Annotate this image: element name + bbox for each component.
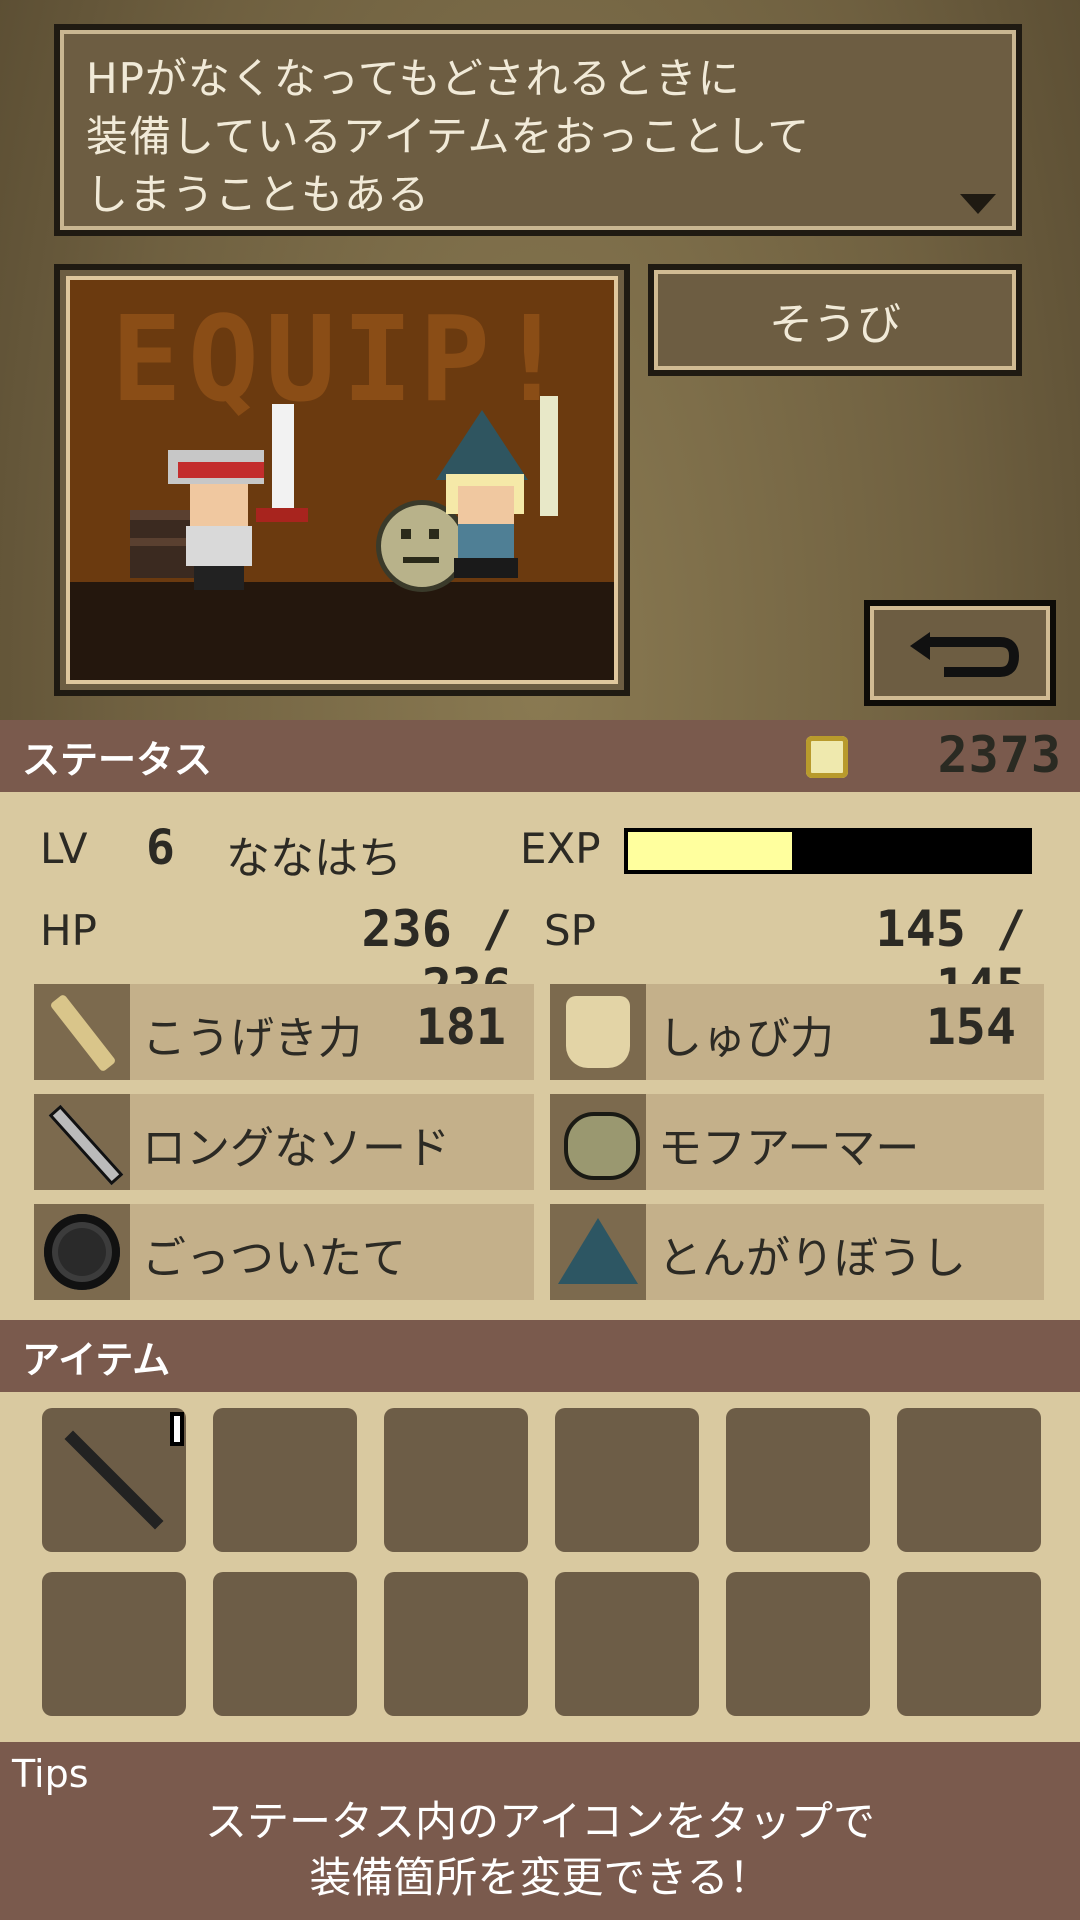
shield-icon: [44, 1214, 120, 1290]
defense-label: しゅび力: [658, 1013, 834, 1064]
scene-frame: EQUIP!: [54, 264, 630, 696]
defense-value: 154: [925, 998, 1016, 1056]
exp-bar: [624, 828, 1032, 874]
helmet-slot[interactable]: とんがりぼうし: [550, 1204, 1044, 1300]
hero-sword-hilt: [256, 508, 308, 522]
top-area: HPがなくなってもどされるときに 装備しているアイテムをおっことして しまうこと…: [0, 0, 1080, 720]
tips-panel: Tips ステータス内のアイコンをタップで 装備箇所を変更できる！: [0, 1742, 1080, 1920]
item-slot-7[interactable]: [42, 1572, 186, 1716]
level-row: LV 6 ななはち EXP: [0, 816, 1080, 884]
item-slot-12[interactable]: [897, 1572, 1041, 1716]
armor-icon: [564, 1112, 640, 1180]
message-box[interactable]: HPがなくなってもどされるときに 装備しているアイテムをおっことして しまうこと…: [54, 24, 1022, 236]
player-name: ななはち: [226, 833, 402, 884]
hero-sprite: [168, 440, 268, 590]
tips-text: ステータス内のアイコンをタップで 装備箇所を変更できる！: [205, 1797, 875, 1902]
attack-label: こうげき力: [142, 1013, 362, 1064]
level-value: 6: [146, 820, 175, 876]
gold-amount: 2373: [937, 726, 1062, 784]
level-label: LV: [40, 824, 88, 873]
item-count-indicator: [170, 1412, 184, 1446]
equip-scene: EQUIP!: [66, 276, 618, 684]
item-slot-1[interactable]: [42, 1408, 186, 1552]
scene-ground: [70, 582, 614, 680]
mage-sword-sprite: [540, 396, 558, 516]
status-title: ステータス: [22, 737, 213, 782]
attack-icon: [49, 993, 117, 1073]
sword-icon: [48, 1104, 124, 1186]
sp-label: SP: [544, 906, 596, 955]
shield-slot[interactable]: ごっついたて: [34, 1204, 534, 1300]
item-slot-10[interactable]: [555, 1572, 699, 1716]
sword-icon: [64, 1430, 164, 1530]
exp-bar-fill: [628, 832, 792, 870]
status-panel: LV 6 ななはち EXP HP 236 / 236 SP 145 / 145 …: [0, 792, 1080, 1320]
armor-name: モフアーマー: [658, 1123, 920, 1174]
item-grid: [0, 1392, 1080, 1742]
message-text: HPがなくなってもどされるときに 装備しているアイテムをおっことして しまうこと…: [86, 54, 811, 219]
message-next-arrow-icon: [960, 194, 996, 214]
defense-stat[interactable]: しゅび力 154: [550, 984, 1044, 1080]
shield-name: ごっついたて: [142, 1233, 406, 1284]
item-slot-9[interactable]: [384, 1572, 528, 1716]
attack-value: 181: [415, 998, 506, 1056]
hp-sp-row: HP 236 / 236 SP 145 / 145: [0, 896, 1080, 1016]
item-title: アイテム: [22, 1337, 171, 1382]
hat-icon: [558, 1218, 638, 1284]
equip-button[interactable]: そうび: [648, 264, 1022, 376]
status-header: ステータス 2373: [0, 720, 1080, 792]
mage-sprite: [436, 410, 536, 580]
attack-stat[interactable]: こうげき力 181: [34, 984, 534, 1080]
gold-coin-icon: [806, 736, 848, 778]
item-header: アイテム: [0, 1320, 1080, 1392]
helmet-name: とんがりぼうし: [658, 1233, 966, 1284]
weapon-name: ロングなソード: [142, 1123, 450, 1174]
armor-slot[interactable]: モフアーマー: [550, 1094, 1044, 1190]
hero-sword-sprite: [272, 404, 294, 514]
item-slot-8[interactable]: [213, 1572, 357, 1716]
return-arrow-icon: [910, 632, 1020, 677]
item-slot-3[interactable]: [384, 1408, 528, 1552]
item-slot-2[interactable]: [213, 1408, 357, 1552]
item-slot-4[interactable]: [555, 1408, 699, 1552]
hp-label: HP: [40, 906, 97, 955]
scene-title: EQUIP!: [110, 290, 574, 428]
defense-icon: [566, 996, 630, 1068]
tips-title: Tips: [12, 1752, 89, 1796]
weapon-slot[interactable]: ロングなソード: [34, 1094, 534, 1190]
exp-label: EXP: [520, 824, 601, 873]
item-slot-6[interactable]: [897, 1408, 1041, 1552]
item-slot-11[interactable]: [726, 1572, 870, 1716]
item-slot-5[interactable]: [726, 1408, 870, 1552]
back-button[interactable]: [864, 600, 1056, 706]
